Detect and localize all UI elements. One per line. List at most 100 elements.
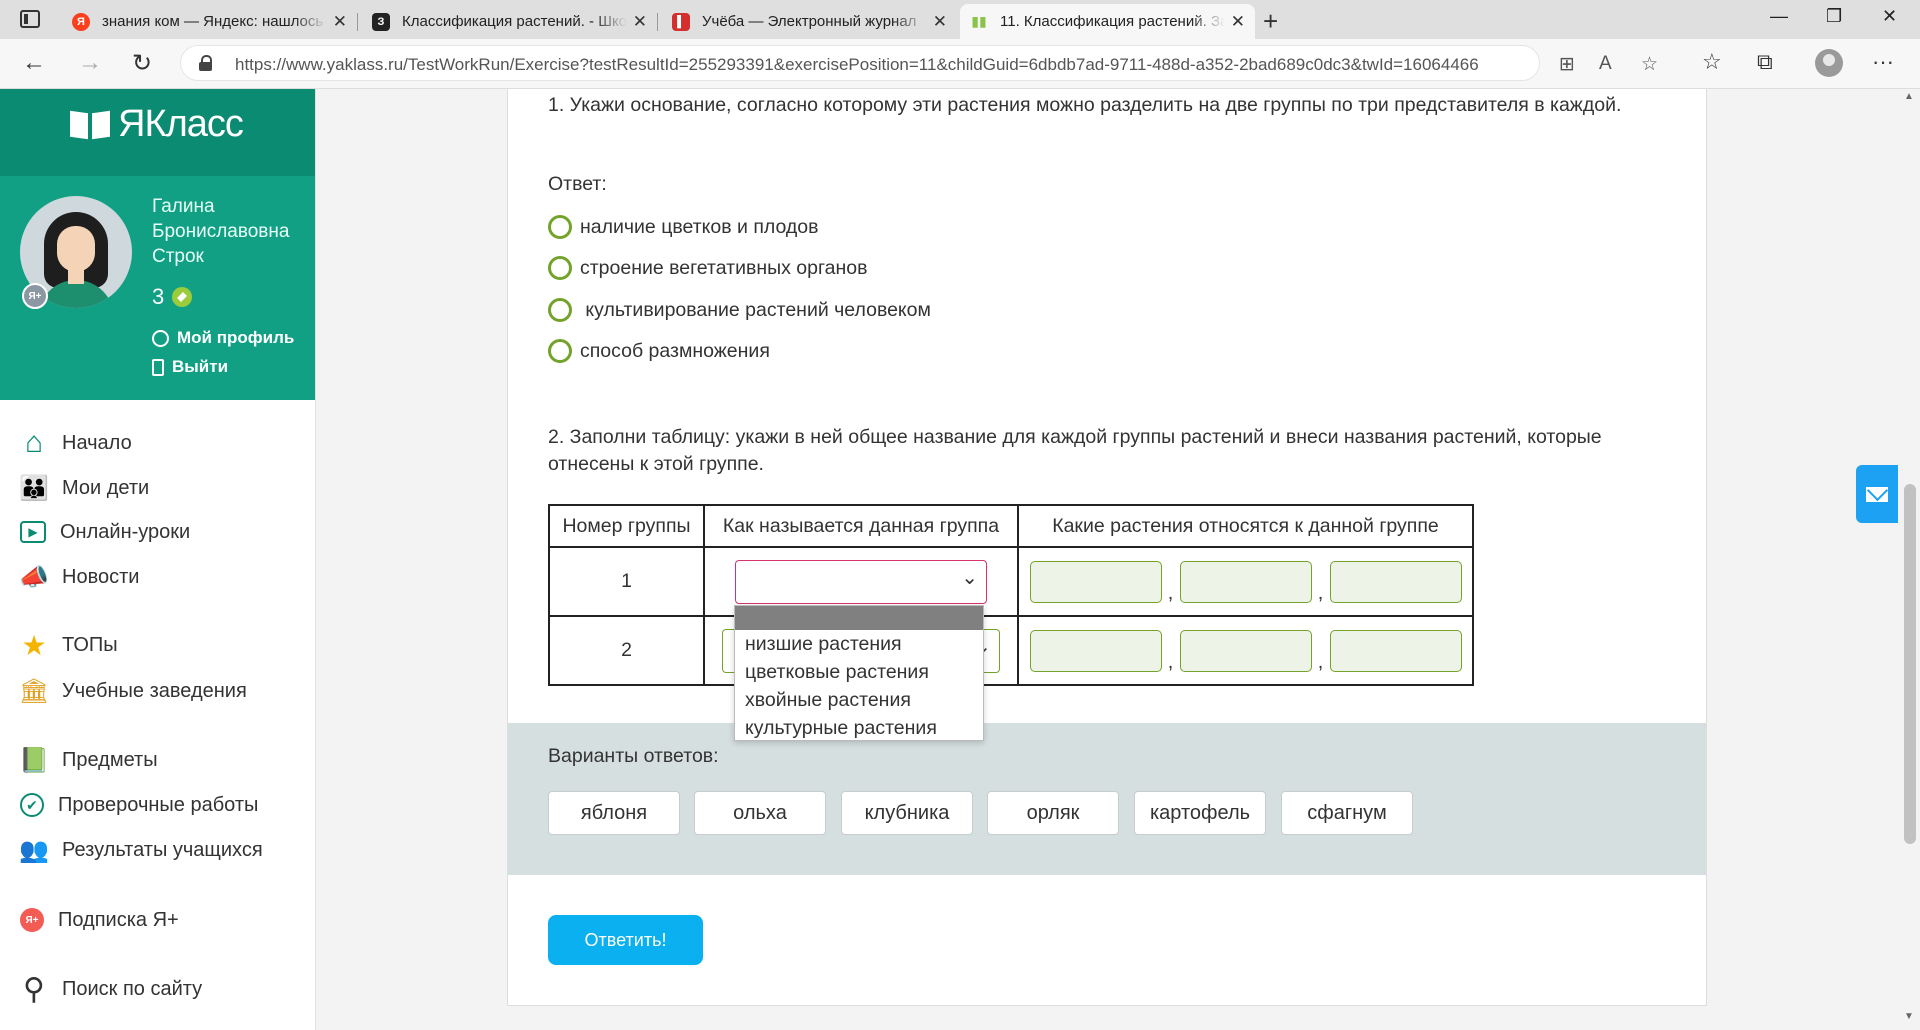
sidebar-item-my-children[interactable]: 👪 Мои дети [19, 473, 149, 503]
lock-icon[interactable] [199, 55, 212, 71]
table-row: 2 , , [548, 615, 1474, 686]
variant-chip[interactable]: клубника [841, 791, 973, 835]
dropdown-option[interactable]: культурные растения [735, 714, 983, 742]
radio-circle-icon[interactable] [548, 215, 572, 239]
logout-icon [152, 358, 164, 376]
browser-tab-active[interactable]: ▮▮ 11. Классификация растений. Зад ✕ [960, 4, 1255, 39]
sidebar-header: ЯКласс [0, 89, 315, 176]
sidebar-item-subjects[interactable]: 📗 Предметы [19, 745, 158, 775]
close-tab-icon[interactable]: ✕ [1231, 12, 1245, 32]
answer-variants-panel: Варианты ответов: яблоня ольха клубника … [508, 723, 1706, 875]
sidebar-item-news[interactable]: 📣 Новости [19, 562, 139, 592]
forward-icon[interactable]: → [78, 49, 102, 77]
sidebar: ЯКласс Я+ Галина Брониславовна Строк 3 М… [0, 89, 315, 1030]
sidebar-item-schools[interactable]: 🏛 Учебные заведения [18, 676, 247, 706]
variant-chip[interactable]: орляк [987, 791, 1119, 835]
app-available-icon[interactable]: ⊞ [1559, 53, 1575, 76]
tab-actions-icon[interactable] [20, 10, 40, 28]
address-bar[interactable]: https://www.yaklass.ru/TestWorkRun/Exerc… [180, 45, 1658, 81]
close-tab-icon[interactable]: ✕ [633, 12, 647, 32]
group-number: 1 [548, 546, 705, 617]
radio-option[interactable]: способ размножения [548, 339, 770, 363]
yaklass-icon: ▮▮ [971, 13, 987, 29]
browser-tab[interactable]: Я знания ком — Яндекс: нашлось ✕ [62, 4, 357, 39]
variant-chip[interactable]: ольха [694, 791, 826, 835]
scroll-up-icon[interactable]: ▲ [1904, 91, 1914, 102]
dropdown-option[interactable]: цветковые растения [735, 658, 983, 686]
user-name: Галина Брониславовна Строк [152, 196, 290, 267]
variant-chip[interactable]: картофель [1134, 791, 1266, 835]
dropdown-option-empty[interactable] [735, 606, 983, 630]
sidebar-item-subscription[interactable]: Я+ Подписка Я+ [20, 905, 179, 935]
scrollbar-thumb[interactable] [1904, 484, 1916, 844]
more-options-icon[interactable]: ··· [1872, 49, 1894, 75]
radio-option[interactable]: наличие цветков и плодов [548, 215, 818, 239]
close-tab-icon[interactable]: ✕ [933, 12, 947, 32]
user-points: 3 [152, 284, 193, 310]
table-header: Как называется данная группа [703, 504, 1019, 548]
browser-tab[interactable]: З Классификация растений. - Шко ✕ [362, 4, 657, 39]
scroll-down-icon[interactable]: ▼ [1904, 1011, 1914, 1022]
feedback-mail-button[interactable] [1856, 465, 1898, 523]
browser-tab[interactable]: ▌ Учёба — Электронный журнал ✕ [662, 4, 957, 39]
favorites-icon[interactable]: ☆ [1702, 49, 1722, 75]
tab-title: 11. Классификация растений. Зад [1000, 13, 1225, 30]
radio-circle-icon[interactable] [548, 339, 572, 363]
new-tab-button[interactable]: + [1263, 6, 1278, 37]
radio-option[interactable]: строение вегетативных органов [548, 256, 867, 280]
sidebar-item-site-search[interactable]: ⚲ Поиск по сайту [20, 972, 202, 1006]
children-icon: 👪 [19, 474, 49, 502]
plant-drop-slot[interactable] [1329, 629, 1462, 672]
plant-drop-slot[interactable] [1029, 629, 1162, 672]
plant-drop-slot[interactable] [1179, 560, 1312, 603]
table-header: Какие растения относятся к данной группе [1017, 504, 1474, 548]
close-window-icon[interactable]: ✕ [1882, 6, 1897, 27]
read-aloud-icon[interactable]: A [1599, 53, 1612, 75]
dropdown-option[interactable]: низшие растения [735, 630, 983, 658]
table-header: Номер группы [548, 504, 705, 548]
back-icon[interactable]: ← [22, 49, 46, 77]
plant-drop-slot[interactable] [1329, 560, 1462, 603]
refresh-icon[interactable]: ↻ [132, 49, 152, 78]
radio-circle-icon[interactable] [548, 256, 572, 280]
plant-drop-slot[interactable] [1179, 629, 1312, 672]
table-row: 1 , , [548, 546, 1474, 617]
url-text[interactable]: https://www.yaklass.ru/TestWorkRun/Exerc… [235, 55, 1479, 75]
sidebar-item-tests[interactable]: ✔ Проверочные работы [20, 790, 258, 820]
mail-icon [1866, 486, 1888, 502]
radio-option[interactable]: культивирование растений человеком [548, 298, 931, 322]
school-building-icon: 🏛 [18, 677, 50, 705]
minimize-icon[interactable]: — [1770, 6, 1788, 27]
submit-answer-button[interactable]: Ответить! [548, 915, 703, 965]
tab-title: Классификация растений. - Шко [402, 13, 627, 30]
address-toolbar: ← → ↻ https://www.yaklass.ru/TestWorkRun… [0, 39, 1920, 89]
tab-title: знания ком — Яндекс: нашлось [102, 13, 324, 30]
radio-circle-icon[interactable] [548, 298, 572, 322]
variant-chip[interactable]: яблоня [548, 791, 680, 835]
group-number: 2 [548, 615, 705, 686]
group-name-dropdown[interactable]: низшие растения цветковые растения хвойн… [734, 605, 984, 741]
plant-drop-slot[interactable] [1029, 560, 1162, 603]
yaklass-logo[interactable]: ЯКласс [70, 103, 244, 146]
sidebar-item-tops[interactable]: ★ ТОПы [20, 630, 117, 661]
my-profile-link[interactable]: Мой профиль [152, 328, 294, 348]
school-icon: З [372, 12, 390, 31]
collections-icon[interactable]: ⧉ [1757, 49, 1773, 75]
groups-table: Номер группы Как называется данная групп… [548, 504, 1474, 686]
plant-drop-slots: , , [1019, 629, 1472, 672]
group-name-select[interactable] [735, 559, 987, 604]
scrollbar[interactable]: ▲ ▼ [1900, 89, 1920, 1030]
variant-chip[interactable]: сфагнум [1281, 791, 1413, 835]
restore-icon[interactable]: ❐ [1826, 6, 1842, 27]
search-icon: ⚲ [23, 972, 45, 1006]
add-favorite-icon[interactable]: ☆ [1641, 53, 1658, 76]
sidebar-item-online-lessons[interactable]: ▶ Онлайн-уроки [20, 517, 190, 547]
dropdown-option[interactable]: хвойные растения [735, 686, 983, 714]
check-circle-icon: ✔ [20, 793, 44, 817]
sidebar-item-home[interactable]: ⌂ Начало [20, 426, 132, 459]
logout-link[interactable]: Выйти [152, 357, 228, 377]
sidebar-item-student-results[interactable]: 👥 Результаты учащихся [19, 835, 263, 865]
subjects-icon: 📗 [19, 746, 49, 774]
profile-avatar-icon[interactable] [1815, 49, 1843, 77]
close-tab-icon[interactable]: ✕ [333, 12, 347, 32]
